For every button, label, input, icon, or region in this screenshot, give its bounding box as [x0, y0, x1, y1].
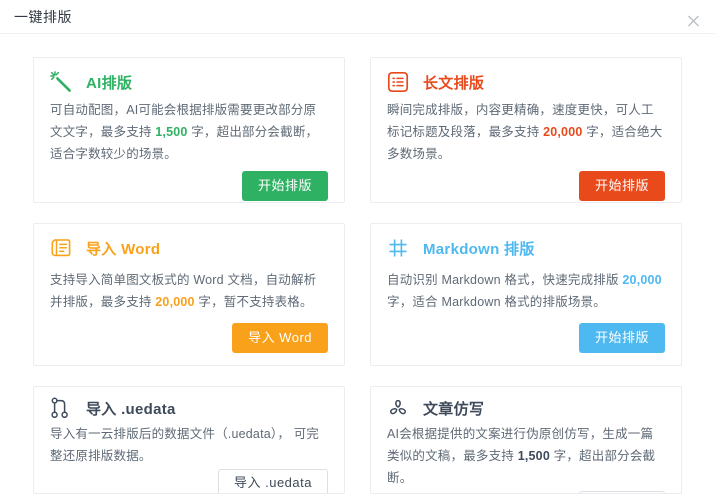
card-title: Markdown 排版: [423, 238, 535, 259]
desc-highlight: 20,000: [543, 125, 582, 139]
card-description: 可自动配图，AI可能会根据排版需要更改部分原文文字，最多支持 1,500 字，超…: [50, 99, 328, 165]
word-document-icon: [50, 237, 72, 259]
card-description: 自动识别 Markdown 格式，快速完成排版 20,000 字，适合 Mark…: [387, 269, 665, 313]
card-description: 导入有一云排版后的数据文件（.uedata）， 可完整还原排版数据。: [50, 423, 328, 467]
card-actions: 开始排版: [50, 171, 328, 201]
card-actions: 开始排版: [387, 171, 665, 201]
document-list-icon: [387, 71, 409, 93]
card-header: 文章仿写: [387, 397, 665, 419]
card-header: AI排版: [50, 71, 328, 93]
card-title: 导入 .uedata: [86, 398, 176, 419]
card-actions: 导入 Word: [50, 323, 328, 353]
desc-highlight: 1,500: [155, 125, 187, 139]
desc-text: 字，适合 Markdown 格式的排版场景。: [387, 295, 606, 309]
long-article-start-button[interactable]: 开始排版: [579, 171, 665, 201]
markdown-start-button[interactable]: 开始排版: [579, 323, 665, 353]
card-markdown-format: Markdown 排版 自动识别 Markdown 格式，快速完成排版 20,0…: [370, 223, 682, 366]
card-title: 导入 Word: [86, 238, 160, 259]
dialog-title: 一键排版: [14, 7, 72, 27]
card-title: 文章仿写: [423, 398, 484, 419]
desc-highlight: 1,500: [518, 449, 550, 463]
import-uedata-button[interactable]: 导入 .uedata: [218, 469, 328, 494]
card-title: AI排版: [86, 72, 132, 93]
card-header: 长文排版: [387, 71, 665, 93]
import-word-button[interactable]: 导入 Word: [232, 323, 328, 353]
branch-icon: [50, 397, 72, 419]
close-icon: [687, 10, 700, 23]
cards-grid: AI排版 可自动配图，AI可能会根据排版需要更改部分原文文字，最多支持 1,50…: [0, 34, 715, 500]
desc-highlight: 20,000: [155, 295, 194, 309]
card-article-rewrite: 文章仿写 AI会根据提供的文案进行伪原创仿写，生成一篇类似的文稿，最多支持 1,…: [370, 386, 682, 494]
card-ai-format: AI排版 可自动配图，AI可能会根据排版需要更改部分原文文字，最多支持 1,50…: [33, 57, 345, 203]
magic-wand-icon: [50, 71, 72, 93]
card-header: Markdown 排版: [387, 237, 665, 259]
desc-text: 字，暂不支持表格。: [195, 295, 313, 309]
card-actions: 开始仿写: [387, 491, 665, 494]
card-header: 导入 .uedata: [50, 397, 328, 419]
dialog-header: 一键排版: [0, 0, 715, 34]
ai-format-start-button[interactable]: 开始排版: [242, 171, 328, 201]
desc-text: 导入有一云排版后的数据文件（.uedata）， 可完整还原排版数据。: [50, 427, 319, 463]
desc-highlight: 20,000: [622, 273, 661, 287]
desc-text: 自动识别 Markdown 格式，快速完成排版: [387, 273, 622, 287]
card-title: 长文排版: [423, 72, 484, 93]
card-import-word: 导入 Word 支持导入简单图文板式的 Word 文档，自动解析并排版，最多支持…: [33, 223, 345, 366]
card-long-article-format: 长文排版 瞬间完成排版，内容更精确，速度更快，可人工标记标题及段落，最多支持 2…: [370, 57, 682, 203]
rewrite-start-button[interactable]: 开始仿写: [579, 491, 665, 494]
card-description: AI会根据提供的文案进行伪原创仿写，生成一篇类似的文稿，最多支持 1,500 字…: [387, 423, 665, 489]
card-actions: 开始排版: [387, 323, 665, 353]
card-header: 导入 Word: [50, 237, 328, 259]
card-actions: 导入 .uedata: [50, 469, 328, 494]
card-description: 支持导入简单图文板式的 Word 文档，自动解析并排版，最多支持 20,000 …: [50, 269, 328, 313]
hash-icon: [387, 237, 409, 259]
close-button[interactable]: [681, 4, 705, 28]
one-click-format-dialog: 一键排版 AI排版 可自动配图，AI可能会根据排版需要更改部分原文文字，最多支持…: [0, 0, 715, 500]
fan-icon: [387, 397, 409, 419]
card-description: 瞬间完成排版，内容更精确，速度更快，可人工标记标题及段落，最多支持 20,000…: [387, 99, 665, 165]
card-import-uedata: 导入 .uedata 导入有一云排版后的数据文件（.uedata）， 可完整还原…: [33, 386, 345, 494]
